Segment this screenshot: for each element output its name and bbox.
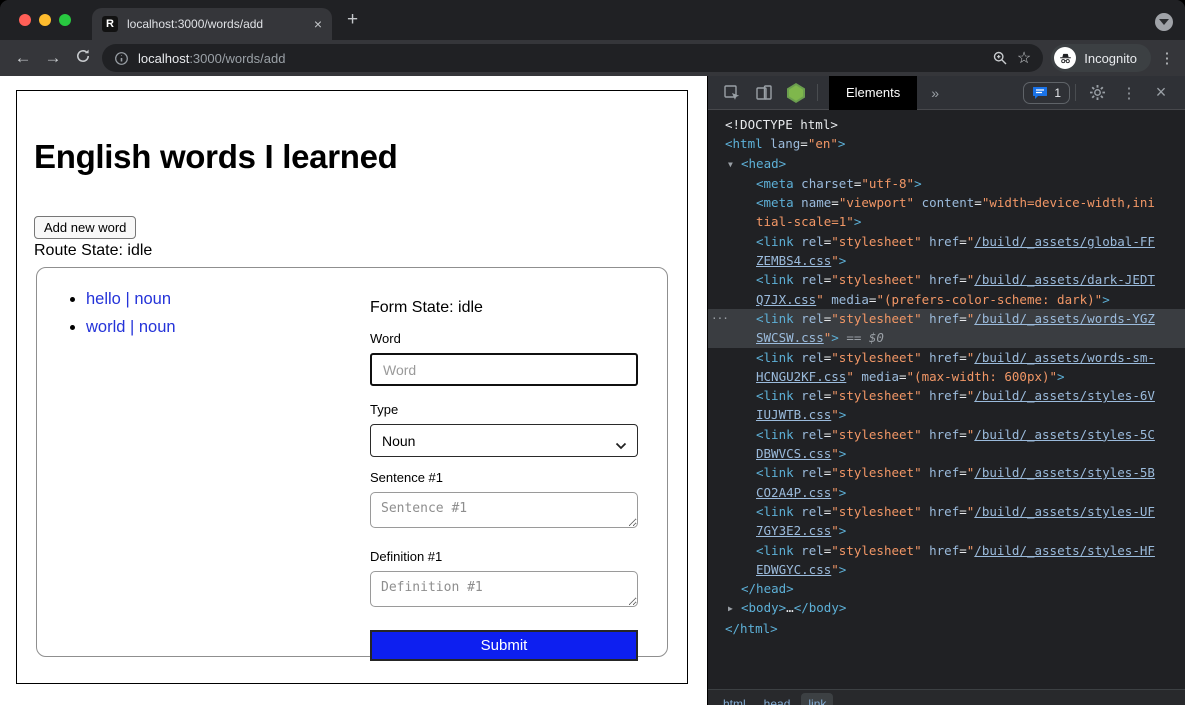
form-state-text: Form State: idle xyxy=(370,298,638,317)
browser-menu-button[interactable]: ⋮ xyxy=(1157,49,1177,67)
route-state-text: Route State: idle xyxy=(34,242,152,260)
word-list-item: hello | noun xyxy=(86,290,176,309)
tree-line[interactable]: <link rel="stylesheet" href="/build/_ass… xyxy=(708,463,1185,482)
tree-line[interactable]: SWCSW.css"> == $0 xyxy=(708,328,1185,347)
issue-count: 1 xyxy=(1054,86,1061,100)
dom-tree: <!DOCTYPE html><html lang="en">▼<head><m… xyxy=(708,110,1185,689)
back-button[interactable]: ← xyxy=(8,48,38,68)
tree-line[interactable]: <link rel="stylesheet" href="/build/_ass… xyxy=(708,541,1185,560)
tree-line[interactable]: <link rel="stylesheet" href="/build/_ass… xyxy=(708,386,1185,405)
sentence-textarea[interactable] xyxy=(370,492,638,528)
tree-line[interactable]: </head> xyxy=(708,579,1185,598)
tab-close-icon[interactable]: × xyxy=(314,17,322,31)
definition-field-label: Definition #1 xyxy=(370,549,638,565)
chevron-down-icon xyxy=(1159,19,1169,25)
page-info-icon[interactable] xyxy=(114,51,129,66)
tree-line[interactable]: <link rel="stylesheet" href="/build/_ass… xyxy=(708,425,1185,444)
address-bar[interactable]: localhost:3000/words/add ☆ xyxy=(102,44,1043,72)
incognito-icon xyxy=(1054,47,1076,69)
add-new-word-button[interactable]: Add new word xyxy=(34,216,136,239)
word-list: hello | noun world | noun xyxy=(50,290,176,346)
add-word-form: Form State: idle Word Type Noun Sentence… xyxy=(370,298,638,661)
browser-window: R localhost:3000/words/add × + ← → local… xyxy=(0,0,1185,705)
tree-line[interactable]: Q7JX.css" media="(prefers-color-scheme: … xyxy=(708,290,1185,309)
tab-strip: R localhost:3000/words/add × + xyxy=(0,0,1185,40)
collapse-arrow-icon[interactable]: ▶ xyxy=(728,599,741,618)
new-tab-button[interactable]: + xyxy=(347,9,358,31)
line-options-icon[interactable]: ··· xyxy=(711,309,728,328)
reload-icon xyxy=(75,48,91,64)
issues-badge[interactable]: 1 xyxy=(1023,82,1070,104)
type-field-label: Type xyxy=(370,402,638,418)
message-bubble-icon xyxy=(1032,86,1048,100)
tree-line[interactable]: <meta charset="utf-8"> xyxy=(708,174,1185,193)
expand-arrow-icon[interactable]: ▼ xyxy=(728,155,741,174)
tree-line[interactable]: <html lang="en"> xyxy=(708,134,1185,153)
tab-elements[interactable]: Elements xyxy=(829,76,917,110)
devtools-menu-button[interactable]: ⋮ xyxy=(1119,84,1139,102)
incognito-badge: Incognito xyxy=(1051,44,1151,72)
page-title: English words I learned xyxy=(34,138,398,176)
navigation-toolbar: ← → localhost:3000/words/add ☆ Incognito… xyxy=(0,40,1185,76)
tree-line[interactable]: HCNGU2KF.css" media="(max-width: 600px)"… xyxy=(708,367,1185,386)
tab-title: localhost:3000/words/add xyxy=(127,17,305,31)
tree-line[interactable]: 7GY3E2.css"> xyxy=(708,521,1185,540)
tree-line[interactable]: <link rel="stylesheet" href="/build/_ass… xyxy=(708,270,1185,289)
traffic-lights xyxy=(19,14,71,26)
node-icon xyxy=(786,82,806,104)
reload-button[interactable] xyxy=(68,48,98,69)
element-breadcrumbs: html headlink xyxy=(708,689,1185,705)
incognito-label: Incognito xyxy=(1084,51,1137,66)
maximize-window-button[interactable] xyxy=(59,14,71,26)
browser-tab[interactable]: R localhost:3000/words/add × xyxy=(92,8,332,40)
close-window-button[interactable] xyxy=(19,14,31,26)
minimize-window-button[interactable] xyxy=(39,14,51,26)
tree-line[interactable]: <link rel="stylesheet" href="/build/_ass… xyxy=(708,502,1185,521)
tree-line[interactable]: ▶<body>…</body> xyxy=(708,598,1185,618)
breadcrumb-item[interactable]: head xyxy=(757,693,798,705)
word-field-label: Word xyxy=(370,331,638,347)
more-tabs-button[interactable]: » xyxy=(931,85,939,101)
tree-line[interactable]: ZEMBS4.css"> xyxy=(708,251,1185,270)
inspect-element-button[interactable] xyxy=(722,84,742,102)
devtools-panel: Elements » 1 ⋮ × <!DOCTYPE html><html la… xyxy=(707,76,1185,705)
tab-search-button[interactable] xyxy=(1155,13,1173,31)
tree-line[interactable]: <link rel="stylesheet" href="/build/_ass… xyxy=(708,348,1185,367)
tree-line[interactable]: CO2A4P.css"> xyxy=(708,483,1185,502)
word-list-item: world | noun xyxy=(86,318,176,337)
definition-textarea[interactable] xyxy=(370,571,638,607)
tree-line[interactable]: <!DOCTYPE html> xyxy=(708,115,1185,134)
url-text: localhost:3000/words/add xyxy=(138,51,983,66)
breadcrumb-item[interactable]: link xyxy=(801,693,833,705)
devtools-toolbar: Elements » 1 ⋮ × xyxy=(708,76,1185,110)
tree-line[interactable]: </html> xyxy=(708,619,1185,638)
word-link[interactable]: world | noun xyxy=(86,318,176,336)
forward-button[interactable]: → xyxy=(38,48,68,68)
submit-button[interactable]: Submit xyxy=(370,630,638,661)
tree-line[interactable]: <meta name="viewport" content="width=dev… xyxy=(708,193,1185,212)
tree-line[interactable]: ▼<head> xyxy=(708,154,1185,174)
bookmark-star-icon[interactable]: ☆ xyxy=(1017,48,1031,68)
toolbar-divider xyxy=(817,84,818,101)
tree-line[interactable]: EDWGYC.css"> xyxy=(708,560,1185,579)
zoom-icon[interactable] xyxy=(992,50,1008,66)
devtools-close-button[interactable]: × xyxy=(1151,82,1171,103)
sentence-field-label: Sentence #1 xyxy=(370,470,638,486)
tree-line[interactable]: IUJWTB.css"> xyxy=(708,405,1185,424)
web-page: English words I learned Add new word Rou… xyxy=(0,76,707,705)
word-input[interactable] xyxy=(370,353,638,386)
tree-line[interactable]: DBWVCS.css"> xyxy=(708,444,1185,463)
breadcrumb-item[interactable]: html xyxy=(716,693,753,705)
remix-favicon: R xyxy=(102,16,118,32)
type-select[interactable]: Noun xyxy=(370,424,638,457)
device-toolbar-button[interactable] xyxy=(754,84,774,102)
toolbar-divider xyxy=(1075,84,1076,101)
tree-line[interactable]: tial-scale=1"> xyxy=(708,212,1185,231)
word-link[interactable]: hello | noun xyxy=(86,290,171,308)
tree-line[interactable]: ···<link rel="stylesheet" href="/build/_… xyxy=(708,309,1185,328)
tree-line[interactable]: <link rel="stylesheet" href="/build/_ass… xyxy=(708,232,1185,251)
settings-gear-button[interactable] xyxy=(1087,84,1107,101)
